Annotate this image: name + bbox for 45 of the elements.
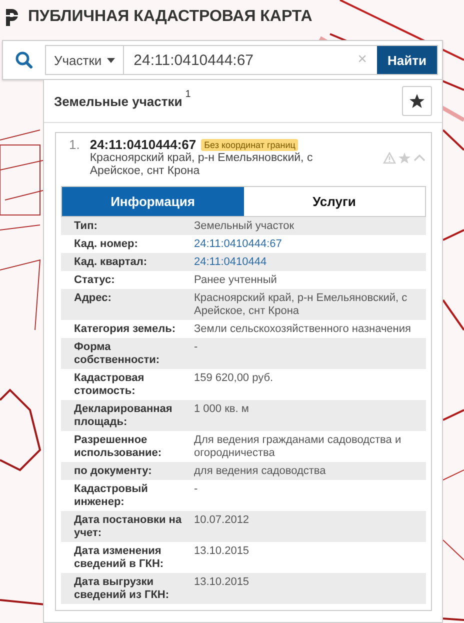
result-count: 1 bbox=[185, 88, 191, 100]
favorite-button[interactable] bbox=[402, 86, 432, 116]
field-value: 1 000 кв. м bbox=[194, 403, 250, 417]
tab[interactable]: Информация bbox=[62, 187, 244, 216]
field-label: Категория земель: bbox=[74, 323, 177, 336]
field-label: Дата изменения сведений в ГКН: bbox=[74, 545, 165, 571]
field-link[interactable]: 24:11:0410444:67 bbox=[194, 238, 422, 251]
warning-icon[interactable] bbox=[383, 152, 396, 164]
field-label: Кад. номер: bbox=[74, 238, 139, 251]
field-label: Разрешенное использование: bbox=[74, 434, 163, 460]
result-address: Красноярский край, р-н Емельяновский, с Арейское, снт Крона bbox=[90, 152, 314, 178]
star-icon bbox=[409, 93, 425, 109]
field-value: 159 620,00 руб. bbox=[194, 372, 274, 386]
star-icon[interactable] bbox=[398, 152, 411, 164]
panel-title: Земельные участки bbox=[54, 94, 182, 108]
field-link[interactable]: 24:11:0410444 bbox=[194, 256, 422, 269]
field-label: Кадастровая стоимость: bbox=[74, 372, 146, 398]
field-value: Ранее учтенный bbox=[194, 274, 278, 287]
field-label: Декларированная площадь: bbox=[74, 403, 174, 429]
collapse-icon[interactable] bbox=[413, 152, 426, 164]
field-label: Кадастровый инженер: bbox=[74, 483, 149, 509]
field-value: Для ведения гражданами садоводства и огородничества bbox=[194, 434, 402, 460]
field-value: - bbox=[194, 341, 199, 355]
field-value: Земли сельскохозяйственного назначения bbox=[194, 323, 412, 336]
field-label: Адрес: bbox=[74, 292, 112, 306]
cadastral-number: 24:11:0410444:67 bbox=[90, 137, 196, 152]
status-badge: Без координат границ bbox=[201, 138, 298, 150]
field-label: Дата выгрузки сведений из ГКН: bbox=[74, 576, 170, 602]
field-value: 10.07.2012 bbox=[194, 514, 250, 528]
field-label: Статус: bbox=[74, 274, 116, 287]
field-value: - bbox=[194, 483, 199, 497]
field-label: Кад. квартал: bbox=[74, 256, 148, 269]
field-value: 13.10.2015 bbox=[194, 576, 250, 590]
app-title: ПУБЛИЧНАЯ КАДАСТРОВАЯ КАРТА bbox=[28, 8, 312, 26]
field-value: Красноярский край, р-н Емельяновский, с Арейское, снт Крона bbox=[194, 292, 408, 318]
field-label: Форма собственности: bbox=[74, 341, 161, 367]
field-label: Дата постановки на учет: bbox=[74, 514, 183, 540]
search-icon[interactable] bbox=[15, 51, 33, 69]
field-label: Тип: bbox=[74, 220, 98, 233]
field-label: по документу: bbox=[74, 465, 153, 478]
field-value: 13.10.2015 bbox=[194, 545, 250, 559]
field-value: Земельный участок bbox=[194, 220, 296, 233]
logo-icon bbox=[4, 7, 20, 27]
result-index: 1. bbox=[69, 137, 80, 154]
field-value: для ведения садоводства bbox=[194, 465, 327, 478]
